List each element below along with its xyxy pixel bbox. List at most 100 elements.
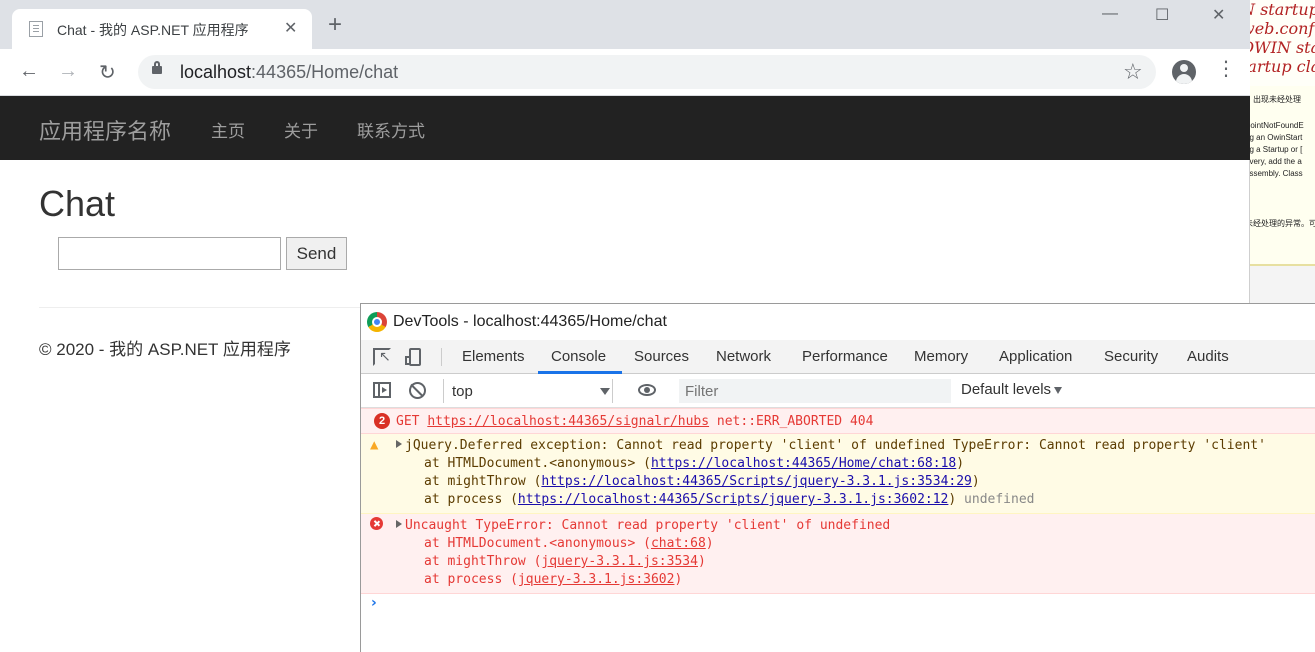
context-selector[interactable]: top: [443, 379, 613, 403]
page-title: Chat: [39, 183, 116, 224]
reload-icon[interactable]: ↻: [99, 60, 116, 85]
back-arrow-icon[interactable]: ←: [19, 60, 39, 83]
console-source-link[interactable]: jquery-3.3.1.js:3602: [518, 572, 675, 587]
request-method: GET: [396, 414, 428, 429]
warning-text: jQuery.Deferred exception: Cannot read p…: [405, 438, 1266, 453]
background-code-line: OWIN sta: [1249, 38, 1315, 57]
background-exception-panel: ，出现未经处理 PointNotFoundE ng an OwinStart n…: [1249, 86, 1315, 266]
background-panel-line: assembly. Class: [1249, 169, 1303, 178]
devtools-tab-bar: Elements Console Sources Network Perform…: [361, 340, 1315, 374]
browser-menu-icon[interactable]: ⋮: [1216, 59, 1236, 79]
background-code-line: N startup: [1249, 0, 1315, 19]
console-filter-input[interactable]: [679, 379, 951, 403]
console-source-link[interactable]: https://localhost:44365/Scripts/jquery-3…: [541, 474, 971, 489]
stack-prefix: at HTMLDocument.<anonymous> (: [424, 536, 651, 551]
console-source-link[interactable]: https://localhost:44365/signalr/hubs: [427, 414, 709, 429]
stack-prefix: at mightThrow (: [424, 554, 542, 569]
console-source-link[interactable]: jquery-3.3.1.js:3534: [541, 554, 698, 569]
inspect-element-icon[interactable]: [373, 348, 391, 366]
background-code-area: N startup web.conf OWIN sta tartup cla: [1249, 0, 1315, 86]
console-source-link[interactable]: https://localhost:44365/Scripts/jquery-3…: [518, 492, 948, 507]
tab-elements[interactable]: Elements: [462, 348, 525, 365]
console-prompt-row[interactable]: ›: [361, 594, 1315, 624]
device-toolbar-icon[interactable]: [405, 348, 423, 366]
forward-arrow-icon[interactable]: →: [58, 60, 78, 83]
log-levels-dropdown[interactable]: Default levels: [961, 381, 1063, 398]
devtools-titlebar[interactable]: DevTools - localhost:44365/Home/chat: [361, 304, 1315, 340]
address-url[interactable]: localhost:44365/Home/chat: [180, 62, 398, 83]
page-favicon-icon: [29, 21, 43, 37]
stack-line: at HTMLDocument.<anonymous> (https://loc…: [361, 455, 1315, 473]
background-panel-line: 未经处理的异常。可以: [1249, 219, 1315, 228]
tab-network[interactable]: Network: [716, 348, 771, 365]
new-tab-button[interactable]: +: [328, 13, 342, 37]
console-source-link[interactable]: https://localhost:44365/Home/chat:68:18: [651, 456, 956, 471]
background-panel-line: overy, add the a: [1249, 157, 1302, 166]
expand-caret-icon[interactable]: [396, 520, 402, 528]
error-text: Uncaught TypeError: Cannot read property…: [405, 518, 891, 533]
stack-suffix: ): [948, 492, 965, 507]
nav-link-about[interactable]: 关于: [284, 117, 318, 142]
stack-suffix: ): [971, 474, 980, 489]
tab-sources[interactable]: Sources: [634, 348, 689, 365]
warning-icon: ▲: [370, 437, 379, 453]
request-status: net::ERR_ABORTED 404: [709, 414, 874, 429]
profile-avatar-icon[interactable]: [1172, 60, 1196, 84]
console-source-link[interactable]: chat:68: [651, 536, 706, 551]
tab-close-icon[interactable]: ✕: [284, 18, 297, 38]
tab-performance[interactable]: Performance: [802, 348, 888, 365]
console-toolbar: top Default levels: [361, 374, 1315, 408]
tab-memory[interactable]: Memory: [914, 348, 968, 365]
background-panel-line: PointNotFoundE: [1249, 121, 1304, 130]
message-input[interactable]: [58, 237, 281, 270]
stack-tail: undefined: [964, 492, 1035, 507]
dropdown-arrow-icon: [1054, 386, 1063, 394]
url-host: localhost: [180, 62, 252, 82]
background-panel-line: ng a Startup or [: [1249, 145, 1303, 154]
devtools-title: DevTools - localhost:44365/Home/chat: [393, 313, 667, 330]
clear-console-icon[interactable]: [409, 382, 426, 399]
tab-audits[interactable]: Audits: [1187, 348, 1229, 365]
console-output[interactable]: 2 GET https://localhost:44365/signalr/hu…: [361, 408, 1315, 652]
browser-tab-chat[interactable]: Chat - 我的 ASP.NET 应用程序 ✕: [12, 9, 312, 49]
window-close-icon[interactable]: ✕: [1212, 5, 1225, 25]
send-button[interactable]: Send: [286, 237, 347, 270]
nav-link-contact[interactable]: 联系方式: [357, 117, 425, 142]
site-brand-link[interactable]: 应用程序名称: [39, 114, 171, 146]
stack-prefix: at process (: [424, 572, 518, 587]
tab-application[interactable]: Application: [999, 348, 1072, 365]
lock-icon[interactable]: [152, 61, 162, 74]
background-panel-line: ，出现未经处理: [1249, 95, 1301, 104]
stack-suffix: ): [956, 456, 965, 471]
bookmark-star-icon[interactable]: ☆: [1123, 59, 1143, 85]
url-path: :44365/Home/chat: [251, 62, 399, 82]
stack-suffix: ): [674, 572, 683, 587]
tab-console[interactable]: Console: [551, 348, 606, 365]
page-footer: © 2020 - 我的 ASP.NET 应用程序: [39, 340, 291, 359]
live-expression-eye-icon[interactable]: [638, 384, 656, 396]
site-navbar: 应用程序名称 主页 关于 联系方式: [0, 96, 1250, 160]
maximize-icon[interactable]: ☐: [1155, 5, 1169, 25]
chrome-logo-icon: [367, 312, 387, 332]
background-panel-line: ng an OwinStart: [1249, 133, 1303, 142]
console-message-warning: ▲ jQuery.Deferred exception: Cannot read…: [361, 434, 1315, 514]
stack-prefix: at process (: [424, 492, 518, 507]
repeat-count-badge: 2: [374, 413, 390, 429]
console-prompt-icon: ›: [371, 595, 377, 611]
address-bar[interactable]: localhost:44365/Home/chat ☆: [138, 55, 1156, 89]
console-line[interactable]: jQuery.Deferred exception: Cannot read p…: [361, 437, 1315, 455]
minimize-icon[interactable]: —: [1102, 5, 1118, 23]
background-code-line: tartup cla: [1249, 57, 1315, 76]
context-value: top: [452, 383, 473, 400]
stack-prefix: at mightThrow (: [424, 474, 542, 489]
stack-line: at mightThrow (jquery-3.3.1.js:3534): [361, 553, 1315, 571]
tab-security[interactable]: Security: [1104, 348, 1158, 365]
show-sidebar-icon[interactable]: [373, 382, 391, 398]
nav-link-home[interactable]: 主页: [211, 117, 245, 142]
expand-caret-icon[interactable]: [396, 440, 402, 448]
console-line[interactable]: Uncaught TypeError: Cannot read property…: [361, 517, 1315, 535]
dropdown-arrow-icon: [600, 388, 610, 395]
browser-toolbar: ← → ↻ localhost:44365/Home/chat ☆ ⋮: [0, 49, 1250, 96]
stack-line: at mightThrow (https://localhost:44365/S…: [361, 473, 1315, 491]
stack-line: at process (jquery-3.3.1.js:3602): [361, 571, 1315, 589]
